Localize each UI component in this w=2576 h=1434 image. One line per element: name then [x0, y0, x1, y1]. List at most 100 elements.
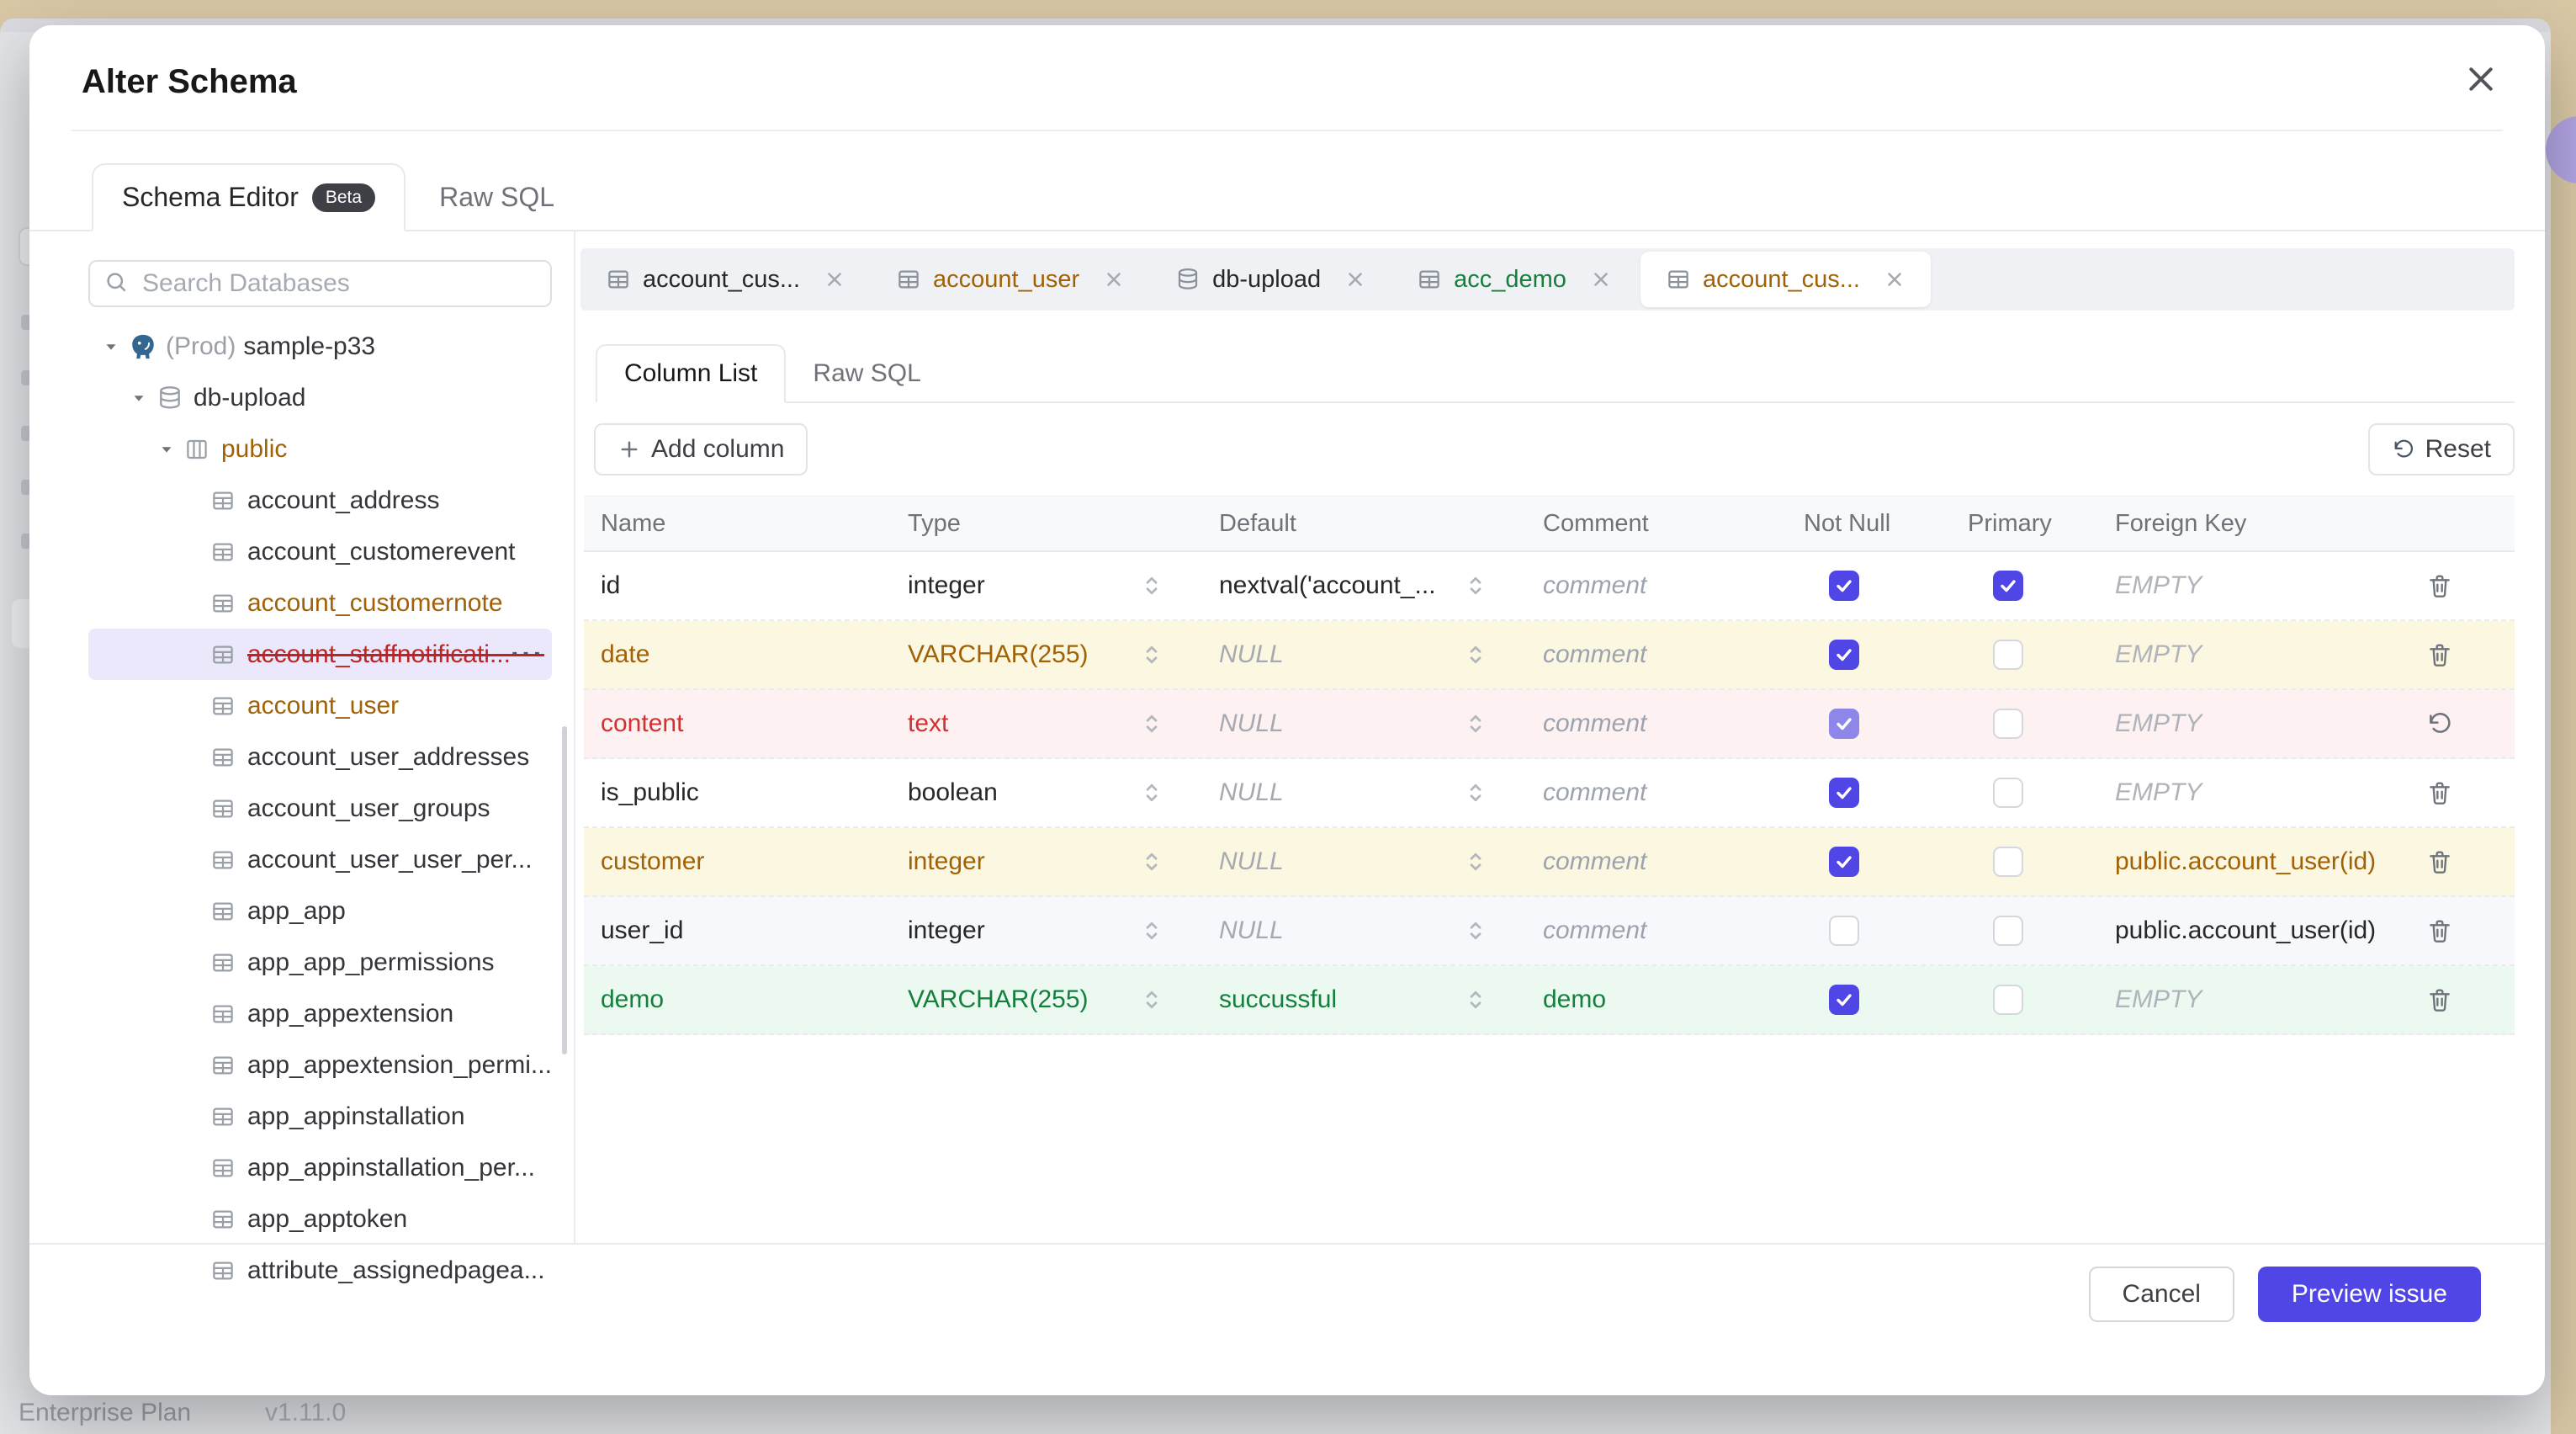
sidebar-scrollbar[interactable] — [562, 726, 567, 1054]
table-tab[interactable]: account_user — [871, 248, 1150, 311]
table-tab[interactable]: account_cus... — [1640, 252, 1931, 307]
tree-item[interactable]: account_customernote — [88, 577, 552, 629]
primary-checkbox[interactable] — [1993, 847, 2023, 877]
tree-item[interactable]: account_user_groups — [88, 783, 552, 834]
reset-button[interactable]: Reset — [2368, 423, 2515, 475]
not-null-checkbox[interactable] — [1829, 778, 1859, 808]
tree-item[interactable]: app_appextension_permi... — [88, 1039, 552, 1091]
close-tab-icon[interactable] — [1344, 268, 1366, 290]
add-column-button[interactable]: Add column — [594, 423, 808, 475]
subtab-raw-sql[interactable]: Raw SQL — [786, 346, 947, 401]
type-select-icon[interactable] — [1139, 780, 1219, 805]
foreign-key-cell[interactable]: EMPTY — [2115, 778, 2409, 807]
column-name-cell[interactable]: demo — [601, 985, 908, 1014]
foreign-key-cell[interactable]: public.account_user(id) — [2115, 916, 2409, 945]
tree-item[interactable]: app_appinstallation — [88, 1091, 552, 1142]
tree-item[interactable]: account_customerevent — [88, 526, 552, 577]
default-select-icon[interactable] — [1463, 780, 1543, 805]
type-select-icon[interactable] — [1139, 849, 1219, 874]
column-default-cell[interactable]: nextval('account_... — [1219, 571, 1463, 600]
default-select-icon[interactable] — [1463, 642, 1543, 667]
tree-item[interactable]: app_appinstallation_per... — [88, 1142, 552, 1193]
column-name-cell[interactable]: user_id — [601, 916, 908, 945]
column-default-cell[interactable]: NULL — [1219, 847, 1463, 876]
foreign-key-cell[interactable]: public.account_user(id) — [2115, 847, 2409, 876]
delete-column-icon[interactable] — [2426, 779, 2453, 806]
column-comment-cell[interactable]: comment — [1543, 640, 1804, 669]
delete-column-icon[interactable] — [2426, 572, 2453, 599]
default-select-icon[interactable] — [1463, 918, 1543, 943]
foreign-key-cell[interactable]: EMPTY — [2115, 640, 2409, 669]
column-comment-cell[interactable]: demo — [1543, 985, 1804, 1014]
not-null-checkbox[interactable] — [1829, 847, 1859, 877]
column-default-cell[interactable]: NULL — [1219, 778, 1463, 807]
tree-item[interactable]: app_app_permissions — [88, 937, 552, 988]
close-button[interactable] — [2459, 59, 2503, 103]
not-null-checkbox[interactable] — [1829, 640, 1859, 670]
type-select-icon[interactable] — [1139, 642, 1219, 667]
default-select-icon[interactable] — [1463, 711, 1543, 736]
tree-item[interactable]: app_appextension — [88, 988, 552, 1039]
column-comment-cell[interactable]: comment — [1543, 709, 1804, 738]
primary-checkbox[interactable] — [1993, 916, 2023, 946]
primary-checkbox[interactable] — [1993, 571, 2023, 601]
foreign-key-cell[interactable]: EMPTY — [2115, 985, 2409, 1014]
tree-item[interactable]: app_app — [88, 885, 552, 937]
primary-checkbox[interactable] — [1993, 985, 2023, 1015]
default-select-icon[interactable] — [1463, 573, 1543, 598]
close-tab-icon[interactable] — [824, 268, 845, 290]
column-comment-cell[interactable]: comment — [1543, 571, 1804, 600]
tree-item[interactable]: app_apptoken — [88, 1193, 552, 1245]
close-tab-icon[interactable] — [1590, 268, 1612, 290]
tree-item[interactable]: (Prod) sample-p33 — [88, 321, 552, 372]
column-default-cell[interactable]: NULL — [1219, 916, 1463, 945]
subtab-column-list[interactable]: Column List — [596, 344, 786, 403]
column-comment-cell[interactable]: comment — [1543, 847, 1804, 876]
tree-item[interactable]: attribute_assignedpagea... — [88, 1245, 552, 1296]
column-comment-cell[interactable]: comment — [1543, 778, 1804, 807]
column-type-cell[interactable]: VARCHAR(255) — [908, 640, 1139, 669]
tree-item[interactable]: db-upload — [88, 372, 552, 423]
caret-down-icon[interactable] — [102, 337, 129, 356]
column-type-cell[interactable]: integer — [908, 847, 1139, 876]
not-null-checkbox[interactable] — [1829, 709, 1859, 739]
column-comment-cell[interactable]: comment — [1543, 916, 1804, 945]
column-name-cell[interactable]: id — [601, 571, 908, 600]
foreign-key-cell[interactable]: EMPTY — [2115, 571, 2409, 600]
table-tab[interactable]: db-upload — [1150, 248, 1391, 311]
close-tab-icon[interactable] — [1103, 268, 1125, 290]
close-tab-icon[interactable] — [1884, 268, 1905, 290]
column-type-cell[interactable]: text — [908, 709, 1139, 738]
primary-checkbox[interactable] — [1993, 709, 2023, 739]
column-type-cell[interactable]: integer — [908, 571, 1139, 600]
tree-item[interactable]: account_user_addresses — [88, 731, 552, 783]
column-name-cell[interactable]: content — [601, 709, 908, 738]
delete-column-icon[interactable] — [2426, 986, 2453, 1013]
column-type-cell[interactable]: boolean — [908, 778, 1139, 807]
default-select-icon[interactable] — [1463, 987, 1543, 1012]
tree-item[interactable]: account_staffnotificati... ··· — [88, 629, 552, 680]
table-tab[interactable]: acc_demo — [1391, 248, 1637, 311]
tree-item[interactable]: account_user_user_per... — [88, 834, 552, 885]
caret-down-icon[interactable] — [157, 440, 184, 459]
restore-column-icon[interactable] — [2426, 710, 2453, 737]
search-input[interactable] — [140, 268, 537, 299]
column-type-cell[interactable]: VARCHAR(255) — [908, 985, 1139, 1014]
tab-raw-sql[interactable]: Raw SQL — [405, 165, 588, 230]
not-null-checkbox[interactable] — [1829, 571, 1859, 601]
column-name-cell[interactable]: customer — [601, 847, 908, 876]
not-null-checkbox[interactable] — [1829, 916, 1859, 946]
default-select-icon[interactable] — [1463, 849, 1543, 874]
not-null-checkbox[interactable] — [1829, 985, 1859, 1015]
caret-down-icon[interactable] — [130, 389, 156, 407]
delete-column-icon[interactable] — [2426, 848, 2453, 875]
type-select-icon[interactable] — [1139, 573, 1219, 598]
primary-checkbox[interactable] — [1993, 640, 2023, 670]
tree-item[interactable]: account_user — [88, 680, 552, 731]
primary-checkbox[interactable] — [1993, 778, 2023, 808]
column-default-cell[interactable]: NULL — [1219, 709, 1463, 738]
column-default-cell[interactable]: succussful — [1219, 985, 1463, 1014]
tab-schema-editor[interactable]: Schema Editor Beta — [92, 163, 405, 231]
type-select-icon[interactable] — [1139, 918, 1219, 943]
column-name-cell[interactable]: date — [601, 640, 908, 669]
